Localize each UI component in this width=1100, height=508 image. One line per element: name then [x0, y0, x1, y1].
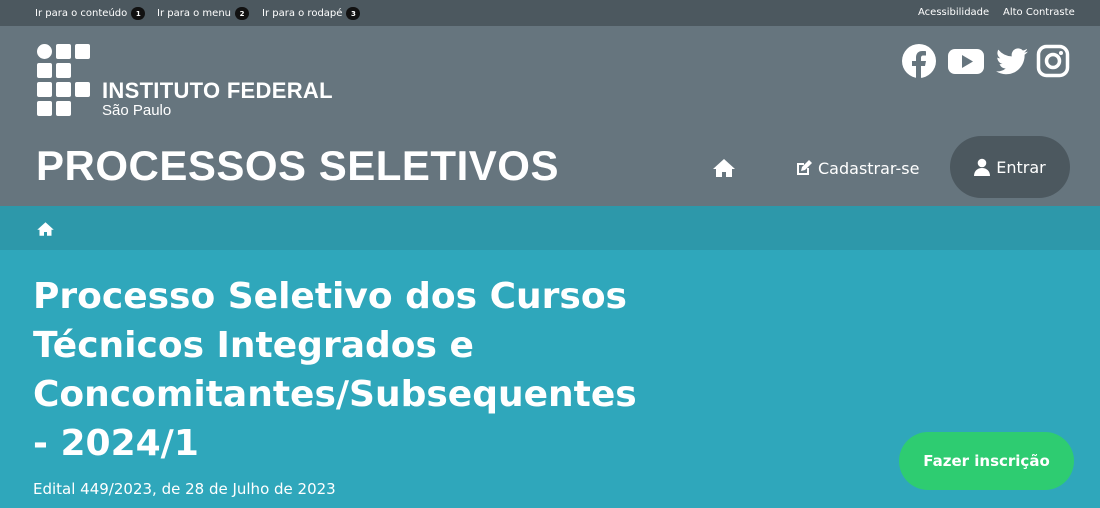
skip-to-content-link[interactable]: Ir para o conteúdo 1	[35, 7, 146, 20]
site-header: INSTITUTO FEDERAL São Paulo PROCESSOS SE…	[0, 26, 1100, 206]
edital-info: Edital 449/2023, de 28 de Julho de 2023	[33, 480, 336, 498]
skip-to-footer-link[interactable]: Ir para o rodapé 3	[262, 7, 361, 20]
twitter-icon[interactable]	[994, 43, 1030, 79]
institution-campus: São Paulo	[102, 102, 172, 119]
login-label: Entrar	[996, 157, 1046, 177]
youtube-icon[interactable]	[947, 43, 985, 79]
register-button[interactable]: Cadastrar-se	[795, 156, 919, 180]
instagram-icon[interactable]	[1036, 43, 1070, 79]
shortcut-key-badge: 1	[131, 7, 146, 20]
site-title: PROCESSOS SELETIVOS	[36, 142, 559, 189]
home-icon	[713, 159, 735, 177]
breadcrumb	[0, 206, 1100, 250]
login-button[interactable]: Entrar	[950, 136, 1070, 198]
shortcut-key-badge: 2	[235, 7, 249, 20]
facebook-icon[interactable]	[901, 43, 937, 79]
page-title: Processo Seletivo dos Cursos Técnicos In…	[33, 276, 637, 464]
skip-to-content-label: Ir para o conteúdo	[35, 8, 128, 19]
home-icon	[37, 222, 54, 236]
user-icon	[974, 158, 991, 176]
skip-to-menu-link[interactable]: Ir para o menu 2	[157, 7, 249, 20]
accessibility-bar: Ir para o conteúdo 1 Ir para o menu 2 Ir…	[0, 0, 1100, 26]
breadcrumb-home-link[interactable]	[35, 220, 56, 238]
if-logo-icon	[37, 44, 95, 120]
edit-icon	[797, 160, 812, 175]
enroll-button[interactable]: Fazer inscrição	[899, 432, 1074, 490]
register-label: Cadastrar-se	[818, 158, 920, 178]
shortcut-key-badge: 3	[346, 7, 361, 20]
high-contrast-link[interactable]: Alto Contraste	[1003, 7, 1075, 18]
skip-to-menu-label: Ir para o menu	[157, 8, 231, 19]
institution-name: INSTITUTO FEDERAL	[102, 78, 333, 103]
accessibility-link[interactable]: Acessibilidade	[918, 7, 989, 18]
nav-home-button[interactable]	[711, 156, 737, 180]
skip-to-footer-label: Ir para o rodapé	[262, 8, 343, 19]
